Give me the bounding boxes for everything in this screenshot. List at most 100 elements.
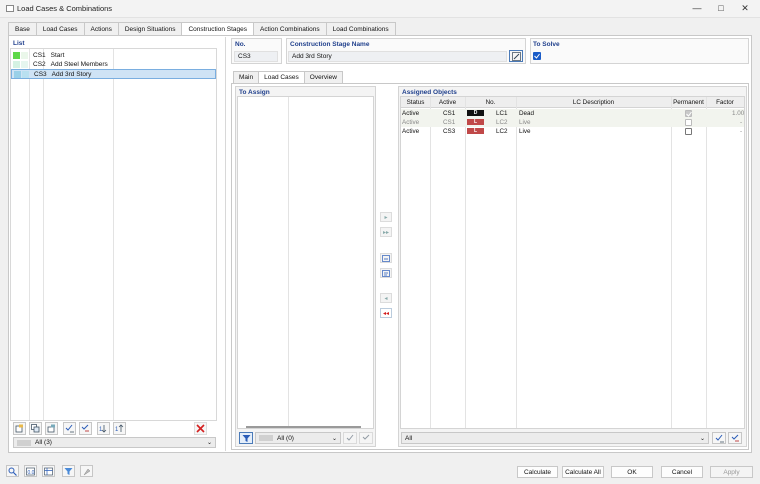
- active-cell: CS1: [443, 110, 456, 117]
- color-swatch: [13, 52, 20, 59]
- ok-button[interactable]: OK: [611, 466, 653, 478]
- column-header-factor: Factor: [716, 99, 734, 106]
- tab-main[interactable]: Main: [233, 71, 260, 83]
- permanent-checkbox[interactable]: [685, 128, 692, 135]
- calculate-all-button[interactable]: Calculate All: [562, 466, 604, 478]
- edit-name-button[interactable]: [509, 50, 523, 62]
- lc-number-cell: LC2: [496, 119, 508, 126]
- stage-name-label: Construction Stage Name: [290, 41, 370, 48]
- status-cell: Active: [402, 110, 420, 117]
- column-header-no: No.: [485, 99, 496, 106]
- tab-design-situations[interactable]: Design Situations: [117, 22, 183, 35]
- load-type-badge: L: [467, 119, 484, 125]
- close-icon[interactable]: ✕: [734, 2, 756, 15]
- color-swatch: [13, 61, 20, 68]
- svg-text:1: 1: [115, 427, 119, 433]
- minimize-icon[interactable]: —: [686, 2, 708, 15]
- svg-text:0.0: 0.0: [28, 470, 35, 476]
- tab-load-cases[interactable]: Load Cases: [35, 22, 85, 35]
- no-label: No.: [235, 41, 246, 48]
- tab-load-combinations[interactable]: Load Combinations: [325, 22, 396, 35]
- active-cell: CS3: [443, 128, 456, 135]
- list-item-selected[interactable]: CS3 Add 3rd Story: [11, 69, 216, 79]
- to-assign-filter-value: All (0): [277, 434, 294, 442]
- new-item-button[interactable]: [13, 422, 26, 435]
- check-all-button[interactable]: [343, 432, 357, 444]
- color-swatch: [14, 70, 21, 78]
- tab-action-combinations[interactable]: Action Combinations: [253, 22, 327, 35]
- move-item-button[interactable]: [45, 422, 58, 435]
- lc-description-cell: Live: [519, 128, 531, 135]
- assign-all-button[interactable]: ▸▸: [380, 227, 392, 237]
- list-filter-dropdown[interactable]: All (3) ⌄: [13, 437, 216, 448]
- check-all-button[interactable]: [63, 422, 76, 435]
- to-assign-list: [237, 96, 374, 429]
- maximize-icon[interactable]: □: [710, 2, 732, 15]
- pin-icon[interactable]: [80, 465, 93, 477]
- table-icon[interactable]: [42, 465, 55, 477]
- list: CS1 Start CS2 Add Steel Members CS3 Add …: [10, 48, 217, 421]
- list-label: List: [13, 40, 25, 47]
- uncheck-all-button[interactable]: [728, 432, 742, 444]
- factor-cell: -: [740, 119, 743, 126]
- apply-button[interactable]: Apply: [710, 466, 753, 478]
- list-item-id: CS1: [33, 52, 46, 59]
- factor-cell: -: [740, 128, 743, 135]
- cancel-button[interactable]: Cancel: [661, 466, 703, 478]
- stage-name-field[interactable]: Add 3rd Story: [288, 51, 507, 62]
- delete-button[interactable]: [194, 422, 207, 435]
- sort-button[interactable]: 1: [113, 422, 126, 435]
- lc-number-cell: LC2: [496, 128, 508, 135]
- table-row[interactable]: Active CS1 L LC2 Live -: [401, 118, 744, 127]
- renumber-button[interactable]: 1: [97, 422, 110, 435]
- copy-item-button[interactable]: [29, 422, 42, 435]
- calculate-button[interactable]: Calculate: [517, 466, 558, 478]
- list-item-name: Start: [50, 52, 65, 59]
- remove-all-button[interactable]: ◂◂: [380, 308, 392, 318]
- tab-overview[interactable]: Overview: [303, 71, 343, 83]
- tab-construction-stages[interactable]: Construction Stages: [181, 22, 254, 36]
- factor-cell: 1.00: [732, 110, 745, 117]
- column-header-active: Active: [438, 99, 457, 106]
- list-item-name: Add 3rd Story: [51, 70, 92, 78]
- assigned-filter-dropdown[interactable]: All ⌄: [401, 432, 709, 444]
- list-item-name: Add Steel Members: [50, 61, 108, 68]
- uncheck-all-button[interactable]: [359, 432, 373, 444]
- tab-actions[interactable]: Actions: [83, 22, 119, 35]
- units-icon[interactable]: 0.0: [24, 465, 37, 477]
- active-cell: CS1: [443, 119, 456, 126]
- horizontal-scrollbar[interactable]: [246, 426, 361, 428]
- tab-sub-load-cases[interactable]: Load Cases: [258, 71, 305, 83]
- filter-icon[interactable]: [239, 432, 253, 444]
- column-header-status: Status: [406, 99, 425, 106]
- search-icon[interactable]: [6, 465, 19, 477]
- no-field[interactable]: CS3: [234, 51, 278, 62]
- tab-base[interactable]: Base: [8, 22, 37, 35]
- permanent-checkbox[interactable]: [685, 110, 692, 117]
- assign-selected-icon[interactable]: [380, 253, 392, 263]
- list-item-id: CS2: [33, 61, 46, 68]
- status-cell: Active: [402, 119, 420, 126]
- assign-one-button[interactable]: ▸: [380, 212, 392, 222]
- assigned-objects-table: Status Active No. LC Description Permane…: [400, 96, 745, 429]
- list-filter-value: All (3): [35, 439, 52, 446]
- window-title: Load Cases & Combinations: [17, 4, 113, 13]
- filter-funnel-icon[interactable]: [62, 465, 75, 477]
- to-assign-label: To Assign: [239, 89, 270, 96]
- uncheck-all-button[interactable]: [79, 422, 92, 435]
- chevron-down-icon: ⌄: [699, 435, 705, 442]
- app-icon: [6, 5, 14, 12]
- table-row[interactable]: Active CS3 L LC2 Live -: [401, 127, 744, 136]
- assign-graphic-icon[interactable]: [380, 268, 392, 278]
- list-item[interactable]: CS1 Start: [11, 51, 216, 60]
- permanent-checkbox[interactable]: [685, 119, 692, 126]
- assigned-filter-value: All: [405, 434, 413, 442]
- remove-one-button[interactable]: ◂: [380, 293, 392, 303]
- table-row[interactable]: Active CS1 D LC1 Dead 1.00: [401, 109, 744, 118]
- lc-description-cell: Live: [519, 119, 531, 126]
- load-type-badge: L: [467, 128, 484, 134]
- to-assign-filter-dropdown[interactable]: All (0) ⌄: [255, 432, 341, 444]
- list-item[interactable]: CS2 Add Steel Members: [11, 60, 216, 69]
- check-all-button[interactable]: [712, 432, 726, 444]
- to-solve-checkbox[interactable]: [533, 52, 541, 60]
